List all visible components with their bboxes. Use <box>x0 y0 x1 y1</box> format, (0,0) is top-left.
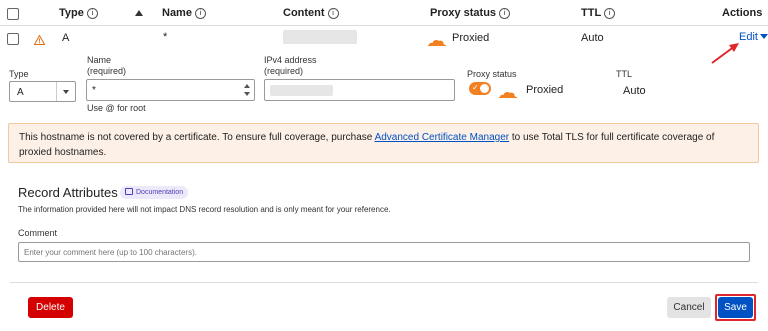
chevron-down-icon <box>63 90 69 94</box>
info-icon: i <box>194 8 206 19</box>
ipv4-required: (required) <box>264 66 304 76</box>
name-hint: Use @ for root <box>87 103 146 113</box>
record-attributes-title: Record Attributes <box>18 185 118 200</box>
edit-link[interactable]: Edit <box>739 31 768 43</box>
documentation-badge[interactable]: Documentation <box>120 186 189 199</box>
stepper-down-icon[interactable] <box>244 92 250 96</box>
warning-text-start: This hostname is not covered by a certif… <box>19 132 375 143</box>
name-required: (required) <box>87 66 127 76</box>
proxy-status-label: Proxy status <box>467 69 517 79</box>
ttl-value: Auto <box>623 85 646 97</box>
type-select-value: A <box>17 87 24 98</box>
cloud-icon <box>499 85 517 103</box>
check-icon: ✓ <box>472 83 479 92</box>
type-label: Type <box>9 69 29 79</box>
divider <box>10 282 758 283</box>
row-checkbox[interactable] <box>7 33 19 45</box>
toggle-knob <box>480 84 489 93</box>
stepper-up-icon[interactable] <box>244 84 250 88</box>
info-icon: i <box>604 8 616 19</box>
info-icon: i <box>327 8 339 19</box>
comment-input[interactable] <box>18 242 750 262</box>
advanced-certificate-manager-link[interactable]: Advanced Certificate Manager <box>375 132 510 143</box>
name-input[interactable]: * <box>86 79 255 101</box>
chevron-down-icon <box>759 34 768 39</box>
name-label: Name <box>87 55 112 65</box>
row-type: A <box>62 32 70 44</box>
ipv4-input[interactable] <box>264 79 455 101</box>
header-content[interactable]: Content i <box>283 7 339 19</box>
ttl-label: TTL <box>616 69 633 79</box>
divider <box>0 25 768 26</box>
proxy-toggle[interactable]: ✓ <box>469 82 491 95</box>
header-name[interactable]: Name i <box>162 7 206 19</box>
header-actions: Actions <box>722 7 763 19</box>
ipv4-label: IPv4 address <box>264 55 317 65</box>
delete-button[interactable]: Delete <box>28 297 73 318</box>
attributes-description: The information provided here will not i… <box>18 205 391 214</box>
row-proxy-status: Proxied <box>452 32 490 44</box>
select-divider <box>56 82 57 101</box>
proxy-status-value: Proxied <box>526 84 564 96</box>
info-icon: i <box>499 8 511 19</box>
info-icon: i <box>86 8 98 19</box>
cancel-button[interactable]: Cancel <box>667 297 711 318</box>
save-button[interactable]: Save <box>718 297 753 318</box>
comment-label: Comment <box>18 228 58 238</box>
annotation-arrow <box>709 40 743 71</box>
header-proxy-status[interactable]: Proxy status i <box>430 7 511 19</box>
row-ttl: Auto <box>581 32 604 44</box>
ipv4-value-redacted <box>270 85 333 96</box>
header-type[interactable]: Type i <box>59 7 98 19</box>
documentation-badge-label: Documentation <box>136 189 184 196</box>
warning-triangle-icon <box>33 32 46 50</box>
name-input-value: * <box>92 85 96 96</box>
book-icon <box>125 188 133 195</box>
header-ttl[interactable]: TTL i <box>581 7 616 19</box>
cloud-icon <box>428 33 446 51</box>
type-select[interactable]: A <box>9 81 76 102</box>
select-all-checkbox[interactable] <box>7 8 19 20</box>
sort-asc-icon[interactable] <box>135 10 143 16</box>
row-content-redacted <box>283 30 357 44</box>
row-name: * <box>163 31 168 43</box>
certificate-warning-banner: This hostname is not covered by a certif… <box>8 123 759 163</box>
